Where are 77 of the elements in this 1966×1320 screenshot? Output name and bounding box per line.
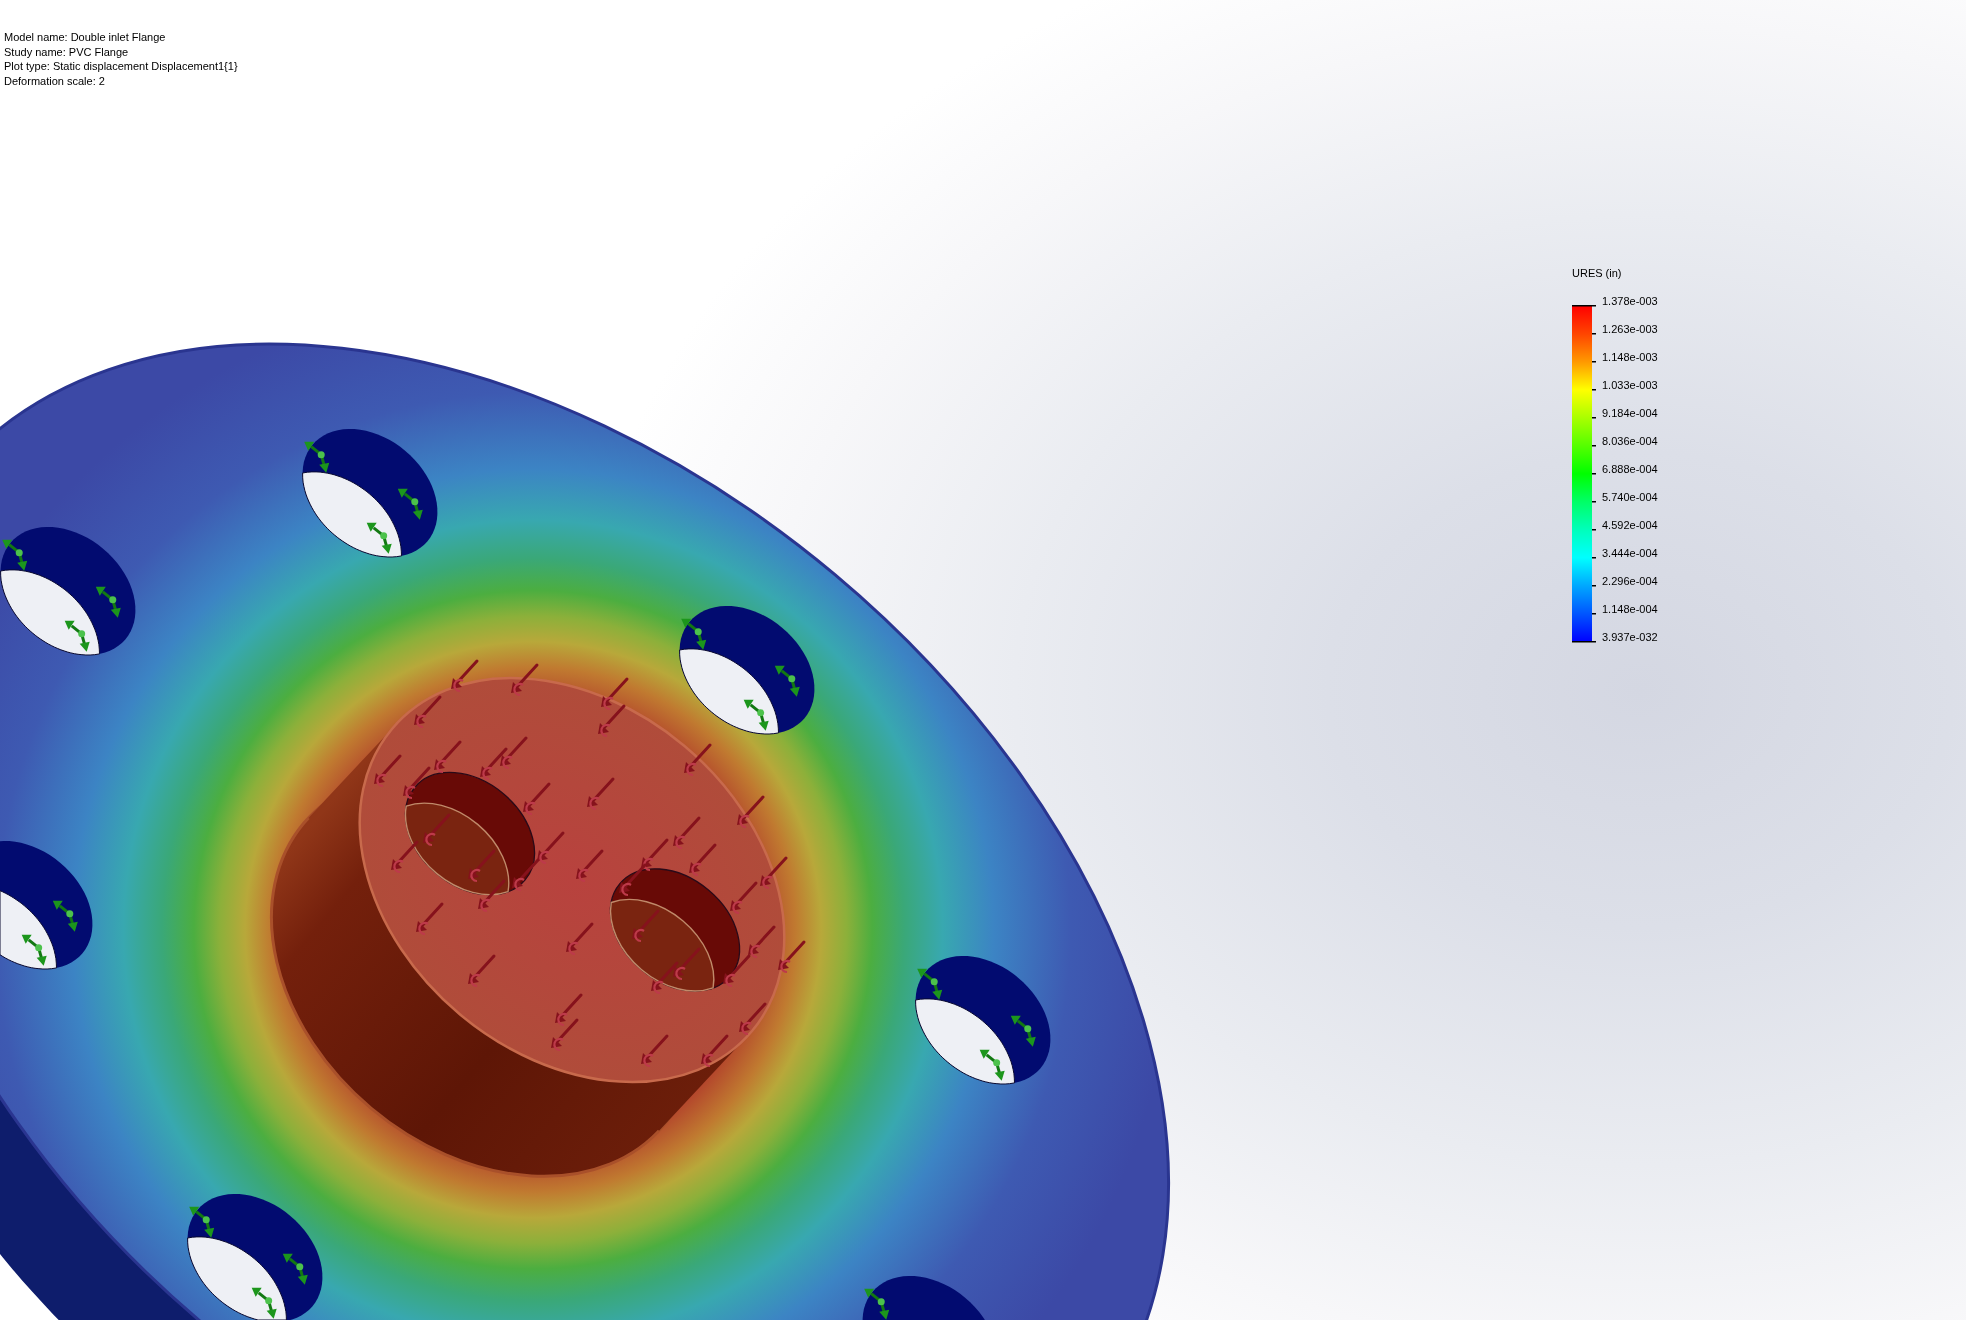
plot-info-text: Study name: PVC Flange — [4, 44, 129, 59]
load-arrow-icon — [416, 902, 444, 936]
load-arrow-icon — [632, 909, 660, 943]
legend-value: 3.937e-032 — [1602, 630, 1658, 645]
load-arrow-icon — [723, 954, 751, 988]
fixture-arrow-icon — [681, 618, 707, 650]
fixture-arrow-icon — [774, 665, 800, 697]
load-arrow-icon — [537, 831, 565, 865]
fixture-arrow-icon — [251, 1287, 277, 1319]
fixture-arrow-icon — [282, 1253, 308, 1285]
load-arrow-icon — [478, 879, 506, 913]
load-arrow-icon — [451, 659, 479, 693]
load-arrow-icon — [512, 858, 540, 892]
load-arrow-icon — [434, 740, 462, 774]
plot-info-text: Deformation scale: 2 — [4, 73, 105, 88]
load-arrow-icon — [778, 940, 806, 974]
fixture-arrow-icon — [304, 441, 330, 473]
fixture-arrow-icon — [397, 488, 423, 520]
load-arrow-icon — [468, 849, 496, 883]
load-arrow-icon — [551, 1018, 579, 1052]
load-arrow-icon — [673, 947, 701, 981]
fixture-arrow-icon — [2, 539, 28, 571]
load-arrow-icon — [403, 766, 431, 800]
legend-value: 3.444e-004 — [1602, 546, 1658, 561]
load-arrow-icon — [684, 743, 712, 777]
legend-value: 9.184e-004 — [1602, 406, 1658, 421]
legend-value: 1.033e-003 — [1602, 378, 1658, 393]
load-arrow-icon — [737, 795, 765, 829]
load-arrow-icon — [701, 1034, 729, 1068]
fixture-arrow-icon — [743, 699, 769, 731]
load-arrow-icon — [468, 954, 496, 988]
load-arrow-icon — [739, 1002, 767, 1036]
legend-value: 4.592e-004 — [1602, 518, 1658, 533]
load-arrow-icon — [673, 816, 701, 850]
load-arrow-icon — [601, 677, 629, 711]
load-arrow-icon — [598, 704, 626, 738]
legend-value: 1.148e-003 — [1602, 350, 1658, 365]
legend-value: 1.378e-003 — [1602, 294, 1658, 309]
fixture-arrow-icon — [366, 522, 392, 554]
load-arrow-icon — [587, 777, 615, 811]
load-arrow-icon — [748, 925, 776, 959]
load-arrow-icon — [423, 813, 451, 847]
load-arrow-icon — [391, 840, 419, 874]
legend-value: 8.036e-004 — [1602, 434, 1658, 449]
fixture-arrow-icon — [864, 1288, 890, 1320]
plot-info-text: Plot type: Static displacement Displacement1{1} — [4, 59, 238, 74]
fixture-arrow-icon — [1010, 1015, 1036, 1047]
legend-value: 6.888e-004 — [1602, 462, 1658, 477]
load-arrow-icon — [555, 993, 583, 1027]
load-arrow-icon — [619, 863, 647, 897]
fixture-arrow-icon — [21, 934, 47, 966]
plot-info-text: Model name: Double inlet Flange — [4, 30, 166, 45]
legend-value: 1.263e-003 — [1602, 322, 1658, 337]
load-arrow-icon — [414, 695, 442, 729]
legend-value: 5.740e-004 — [1602, 490, 1658, 505]
legend-value: 1.148e-004 — [1602, 602, 1658, 617]
fixture-arrow-icon — [52, 900, 78, 932]
fixture-arrow-icon — [979, 1049, 1005, 1081]
load-arrow-icon — [500, 736, 528, 770]
load-arrow-icon — [641, 838, 669, 872]
load-arrow-icon — [689, 843, 717, 877]
fixture-arrow-icon — [189, 1206, 215, 1238]
load-arrow-icon — [374, 754, 402, 788]
load-arrow-icon — [511, 663, 539, 697]
load-arrow-icon — [760, 856, 788, 890]
legend-value: 2.296e-004 — [1602, 574, 1658, 589]
load-arrow-icon — [523, 782, 551, 816]
fixture-arrow-icon — [917, 968, 943, 1000]
load-arrow-icon — [730, 881, 758, 915]
fixture-arrow-icon — [95, 586, 121, 618]
legend-title: URES (in) — [1572, 266, 1622, 281]
load-arrow-icon — [641, 1034, 669, 1068]
load-arrow-icon — [651, 961, 679, 995]
fixture-arrow-icon — [64, 620, 90, 652]
load-arrow-icon — [480, 747, 508, 781]
load-arrow-icon — [566, 922, 594, 956]
load-arrow-icon — [576, 849, 604, 883]
